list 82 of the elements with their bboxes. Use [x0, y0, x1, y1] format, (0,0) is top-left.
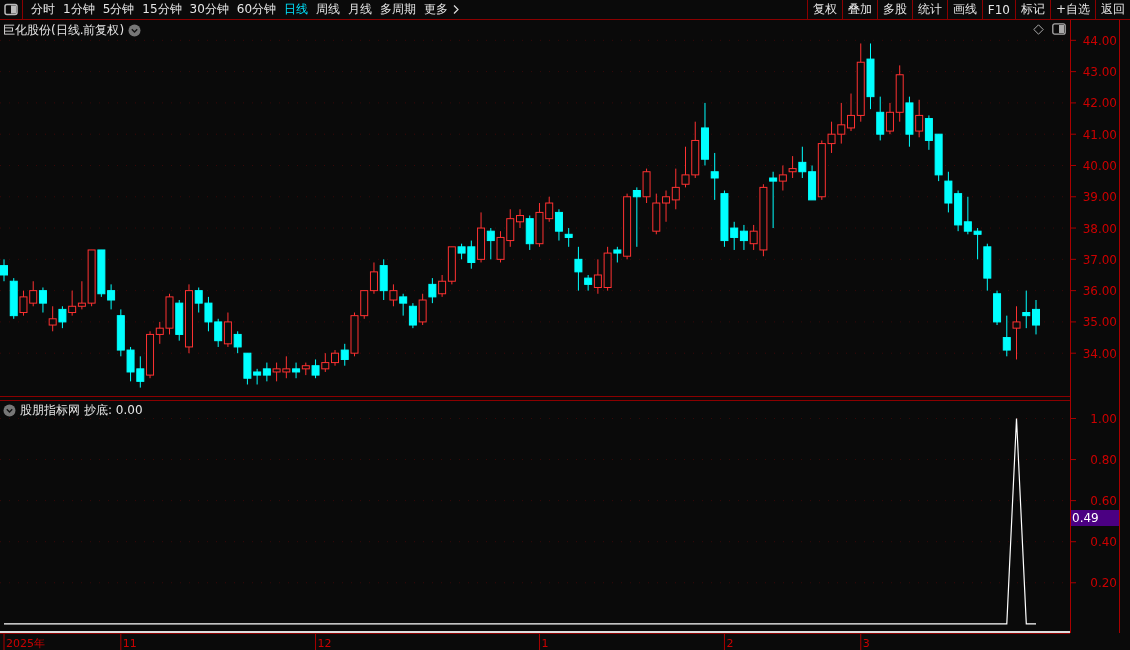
date-axis-label: 1	[541, 637, 549, 650]
date-axis-label: 3	[862, 637, 870, 650]
chevron-down-icon[interactable]	[128, 24, 142, 37]
candlestick	[68, 290, 77, 317]
candlestick	[369, 261, 378, 295]
candlestick	[1012, 305, 1021, 360]
candlestick	[58, 305, 67, 329]
candlestick	[924, 114, 933, 151]
candlestick	[399, 293, 408, 317]
period-tab[interactable]: 30分钟	[185, 1, 233, 18]
candlestick	[993, 290, 1002, 326]
candlestick	[662, 190, 671, 223]
candlestick	[214, 318, 223, 348]
candlestick	[652, 193, 661, 235]
candlestick	[934, 133, 943, 182]
candlestick	[282, 355, 291, 379]
candlestick	[321, 352, 330, 373]
candlestick	[944, 171, 953, 213]
candlestick	[48, 305, 57, 332]
candlestick	[691, 121, 700, 179]
period-tab[interactable]: 周线	[312, 1, 345, 18]
panel-toggle-icon[interactable]	[1052, 23, 1066, 35]
candlestick	[126, 346, 135, 382]
price-axis-label: 43.00	[1082, 65, 1117, 80]
period-tab[interactable]: 60分钟	[232, 1, 281, 18]
chart-title: 巨化股份(日线.前复权)	[3, 22, 125, 39]
candlestick	[408, 302, 417, 329]
period-tab[interactable]: 分时	[27, 1, 59, 18]
candlestick	[915, 99, 924, 138]
price-axis-label: 40.00	[1082, 159, 1117, 173]
candlestick	[262, 362, 271, 382]
candlestick	[837, 102, 846, 145]
candlestick	[905, 96, 914, 148]
price-axis-label: 42.00	[1082, 96, 1117, 111]
indicator-axis-label: 1.00	[1090, 412, 1117, 426]
diamond-icon[interactable]	[1033, 23, 1044, 35]
more-tab[interactable]: 更多	[420, 1, 453, 18]
price-axis-label: 38.00	[1082, 221, 1117, 236]
price-axis-label: 34.00	[1082, 346, 1117, 361]
candlestick	[272, 362, 281, 382]
price-axis-label: 39.00	[1082, 190, 1117, 205]
indicator-axis-label: 0.20	[1090, 576, 1117, 591]
candlestick	[788, 155, 797, 179]
candlestick	[292, 362, 301, 379]
candlestick	[418, 293, 427, 326]
period-tab[interactable]: 5分钟	[98, 1, 139, 18]
period-tab[interactable]: 多周期	[376, 1, 421, 18]
price-axis-label: 35.00	[1082, 315, 1117, 330]
candlestick	[671, 168, 680, 210]
candlestick	[29, 280, 38, 307]
candlestick	[798, 146, 807, 179]
candlestick	[204, 296, 213, 332]
indicator-name: 股朋指标网	[20, 402, 80, 419]
chevron-right-icon	[453, 5, 460, 14]
indicator-reading: 抄底: 0.00	[84, 402, 143, 419]
candlestick	[1002, 315, 1011, 357]
candlestick	[496, 230, 505, 263]
price-axis-label: 36.00	[1082, 284, 1117, 299]
price-axis-label: 37.00	[1082, 252, 1117, 267]
chevron-down-icon[interactable]	[3, 404, 16, 417]
indicator-axis-label: 0.40	[1090, 535, 1117, 550]
candlestick	[681, 146, 690, 188]
candlestick	[739, 224, 748, 251]
date-axis-label: 2025年	[6, 637, 45, 650]
price-axis-label: 44.00	[1082, 33, 1117, 48]
candlestick	[963, 196, 972, 235]
date-axis-label: 11	[122, 637, 137, 650]
period-tab[interactable]: 月线	[344, 1, 377, 18]
candlestick	[1022, 290, 1031, 329]
indicator-axis-label: 0.80	[1090, 453, 1117, 468]
period-tab[interactable]: 15分钟	[138, 1, 186, 18]
indicator-axis-label: 0.60	[1090, 494, 1117, 509]
candlestick	[710, 152, 719, 201]
period-tab[interactable]: 1分钟	[59, 1, 99, 18]
candlestick	[428, 277, 437, 304]
period-tab[interactable]: 日线	[280, 1, 313, 18]
date-axis-label: 12	[317, 637, 332, 650]
cursor-value-label: 0.49	[1071, 510, 1119, 526]
price-axis-label: 41.00	[1082, 127, 1117, 142]
candlestick	[954, 190, 963, 232]
candlestick	[38, 287, 47, 314]
date-axis-label: 2	[726, 637, 734, 650]
